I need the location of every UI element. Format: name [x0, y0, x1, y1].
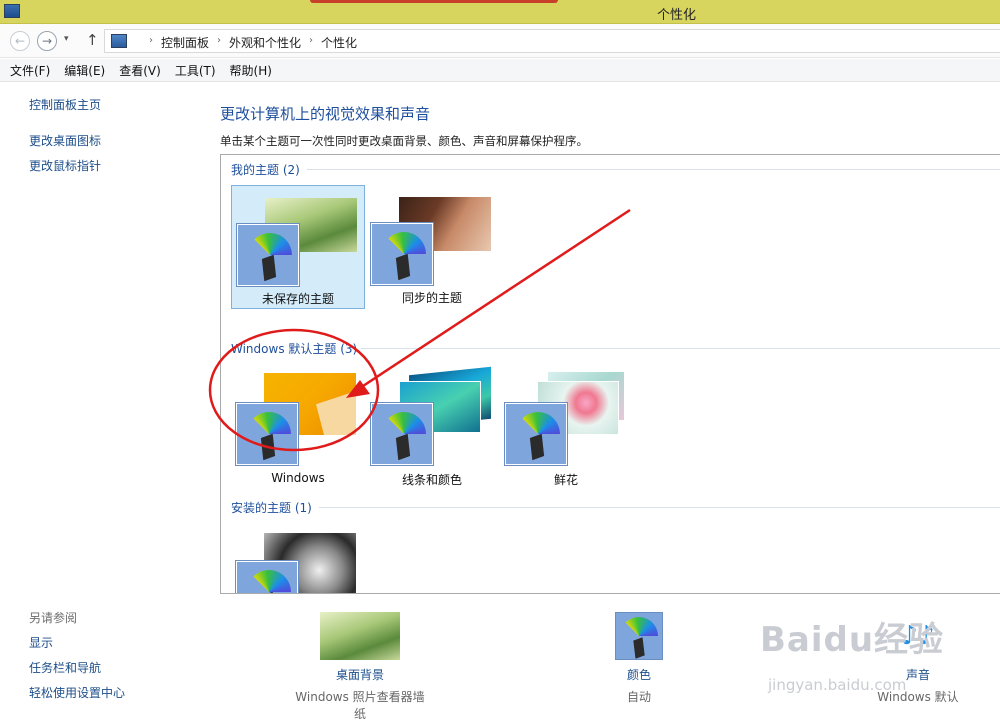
color-palette-icon — [237, 224, 299, 286]
up-level-button[interactable]: ↑ — [86, 31, 99, 49]
theme-synced[interactable]: 同步的主题 — [365, 185, 499, 309]
color-link[interactable]: 颜色 — [589, 666, 689, 683]
menu-view[interactable]: 查看(V) — [119, 62, 161, 79]
recent-locations-dropdown-icon[interactable]: ▾ — [64, 34, 69, 44]
see-also-heading: 另请参阅 — [29, 611, 78, 625]
title-bar: 个性化 — [0, 0, 1000, 24]
baidu-watermark-url: jingyan.baidu.com — [768, 676, 907, 694]
sidebar: 控制面板主页 更改桌面图标 更改鼠标指针 另请参阅 显示 任务栏和导航 轻松使用… — [0, 82, 208, 720]
theme-unsaved[interactable]: 未保存的主题 — [231, 185, 365, 309]
window-title: 个性化 — [656, 8, 696, 23]
address-bar: ← → ▾ ↑ › 控制面板 › 外观和个性化 › 个性化 — [0, 24, 1000, 58]
color-palette-icon — [371, 223, 433, 285]
menu-file[interactable]: 文件(F) — [10, 62, 50, 79]
breadcrumb-control-panel[interactable]: 控制面板 — [161, 34, 209, 51]
theme-label: 线条和颜色 — [401, 473, 462, 487]
color-palette-icon — [236, 561, 298, 593]
desktop-background-thumbnail — [320, 612, 400, 660]
group-my-themes-label: 我的主题 (2) — [231, 163, 300, 177]
title-bar-accent — [310, 0, 558, 3]
control-panel-icon — [111, 34, 127, 48]
breadcrumb-separator[interactable]: › — [309, 35, 313, 51]
desktop-background-link[interactable]: 桌面背景 — [290, 666, 430, 683]
sidebar-item-control-panel-home[interactable]: 控制面板主页 — [29, 96, 101, 113]
color-value: 自动 — [626, 690, 651, 704]
color-palette-icon — [615, 612, 663, 660]
desktop-background-value: Windows 照片查看器墙纸 — [295, 690, 425, 721]
breadcrumb-personalization[interactable]: 个性化 — [321, 34, 357, 51]
sidebar-item-mouse-pointers[interactable]: 更改鼠标指针 — [29, 157, 101, 174]
sidebar-item-display[interactable]: 显示 — [29, 634, 53, 651]
menu-tools[interactable]: 工具(T) — [175, 62, 216, 79]
menu-edit[interactable]: 编辑(E) — [64, 62, 105, 79]
page-description: 单击某个主题可一次性同时更改桌面背景、颜色、声音和屏幕保护程序。 — [220, 134, 588, 148]
theme-lines-and-colors[interactable]: 线条和颜色 — [365, 363, 499, 487]
theme-label: 同步的主题 — [401, 291, 462, 305]
color-palette-icon — [236, 403, 298, 465]
theme-label: 未保存的主题 — [261, 292, 334, 306]
sidebar-item-ease-of-access[interactable]: 轻松使用设置中心 — [29, 684, 125, 701]
theme-list[interactable]: 我的主题 (2) 未保存的主题 同步的主题 Windows 默认主题 (3) W… — [220, 154, 1000, 594]
color-palette-icon — [505, 403, 567, 465]
color-setting[interactable]: 颜色 自动 — [589, 612, 689, 705]
sidebar-item-taskbar[interactable]: 任务栏和导航 — [29, 659, 101, 676]
baidu-watermark: Baidu经验 — [760, 620, 945, 660]
back-button[interactable]: ← — [10, 31, 30, 51]
page-title: 更改计算机上的视觉效果和声音 — [220, 105, 431, 123]
breadcrumb-separator[interactable]: › — [149, 35, 153, 51]
group-installed-label: 安装的主题 (1) — [231, 501, 312, 515]
color-palette-icon — [371, 403, 433, 465]
group-divider — [307, 169, 1000, 170]
theme-label: 鲜花 — [553, 473, 578, 487]
back-arrow-icon: ← — [14, 34, 26, 48]
desktop-background-setting[interactable]: 桌面背景 Windows 照片查看器墙纸 — [290, 612, 430, 722]
breadcrumb[interactable]: › 控制面板 › 外观和个性化 › 个性化 — [104, 29, 1000, 53]
sidebar-item-desktop-icons[interactable]: 更改桌面图标 — [29, 132, 101, 149]
breadcrumb-separator[interactable]: › — [217, 35, 221, 51]
group-divider — [319, 507, 1000, 508]
forward-arrow-icon: → — [41, 34, 53, 48]
group-divider — [361, 348, 1000, 349]
group-windows-default-label: Windows 默认主题 (3) — [231, 342, 358, 356]
theme-installed[interactable] — [231, 523, 365, 593]
forward-button[interactable]: → — [37, 31, 57, 51]
breadcrumb-appearance[interactable]: 外观和个性化 — [229, 34, 301, 51]
theme-label: Windows — [271, 471, 325, 485]
menu-help[interactable]: 帮助(H) — [230, 62, 272, 79]
theme-flowers[interactable]: 鲜花 — [499, 363, 633, 487]
theme-windows[interactable]: Windows — [231, 363, 365, 487]
menu-bar: 文件(F) 编辑(E) 查看(V) 工具(T) 帮助(H) — [0, 59, 1000, 82]
